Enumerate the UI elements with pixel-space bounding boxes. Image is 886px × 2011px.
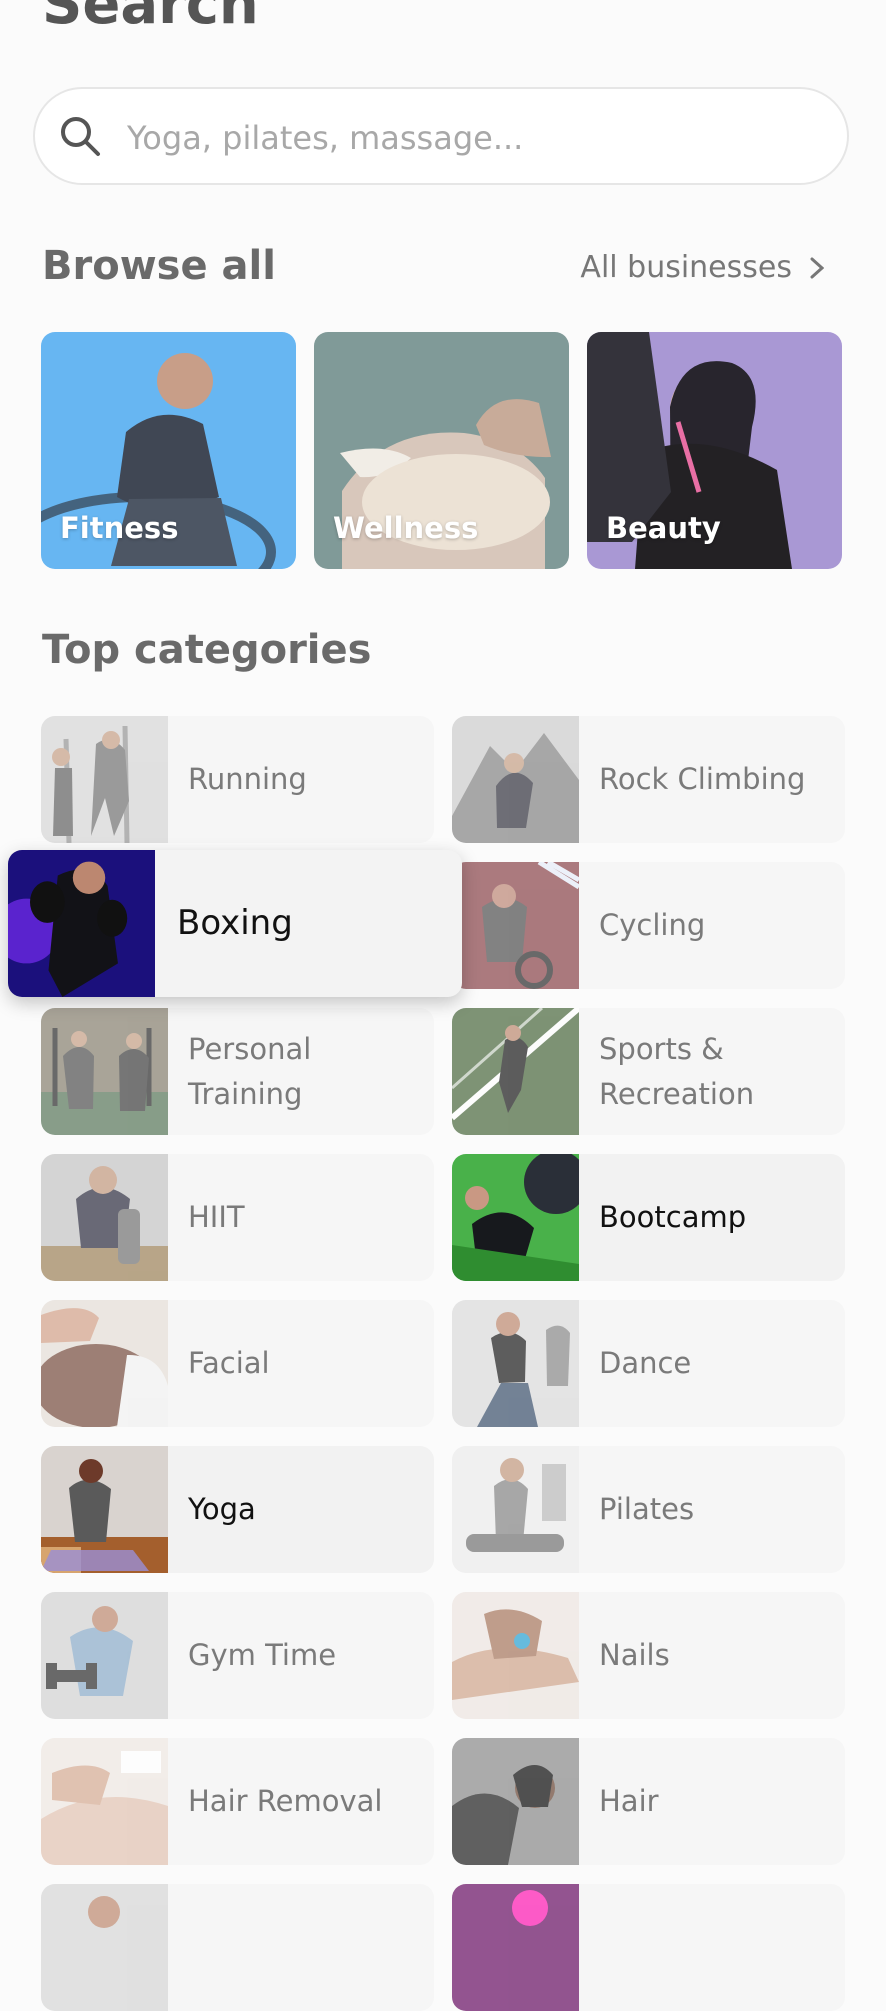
category-label: Yoga [188, 1492, 256, 1526]
category-cycling[interactable]: Cycling [452, 862, 845, 989]
category-nails[interactable]: Nails [452, 1592, 845, 1719]
facial-thumbnail [41, 1300, 168, 1427]
category-dance[interactable]: Dance [452, 1300, 845, 1427]
beauty-label: Beauty [606, 511, 721, 545]
all-businesses-link[interactable]: All businesses [580, 250, 824, 285]
category-label: Hair Removal [188, 1784, 383, 1818]
category-label: Facial [188, 1346, 270, 1380]
bootcamp-thumbnail [452, 1154, 579, 1281]
category-label: Pilates [599, 1492, 695, 1526]
category-label: Gym Time [188, 1638, 337, 1672]
category-card-partial[interactable] [452, 1884, 845, 2011]
category-pilates[interactable]: Pilates [452, 1446, 845, 1573]
hiit-thumbnail [41, 1154, 168, 1281]
browse-tile-fitness[interactable]: Fitness [41, 332, 296, 569]
browse-tile-wellness[interactable]: Wellness [314, 332, 569, 569]
category-label: Dance [599, 1346, 692, 1380]
dance-thumbnail [452, 1300, 579, 1427]
category-thumbnail [41, 1884, 168, 2011]
wellness-label: Wellness [333, 511, 479, 545]
category-label: Sports & Recreation [599, 1031, 755, 1111]
category-rock-climbing[interactable]: Rock Climbing [452, 716, 845, 843]
category-hair-removal[interactable]: Hair Removal [41, 1738, 434, 1865]
category-card-partial[interactable] [41, 1884, 434, 2011]
category-yoga[interactable]: Yoga [41, 1446, 434, 1573]
boxing-thumbnail [8, 850, 155, 997]
personal-training-thumbnail [41, 1008, 168, 1135]
cycling-thumbnail [452, 862, 579, 989]
category-bootcamp[interactable]: Bootcamp [452, 1154, 845, 1281]
gym-time-thumbnail [41, 1592, 168, 1719]
category-facial[interactable]: Facial [41, 1300, 434, 1427]
category-sports-recreation[interactable]: Sports & Recreation [452, 1008, 845, 1135]
category-label: Rock Climbing [599, 762, 806, 796]
search-input[interactable] [125, 99, 809, 177]
rock-climbing-thumbnail [452, 716, 579, 843]
fitness-label: Fitness [60, 511, 179, 545]
category-label: Cycling [599, 908, 706, 942]
category-label: Boxing [177, 903, 293, 943]
category-label: Personal Training [188, 1031, 312, 1111]
chevron-right-icon [810, 257, 824, 278]
yoga-thumbnail [41, 1446, 168, 1573]
browse-tile-beauty[interactable]: Beauty [587, 332, 842, 569]
pilates-thumbnail [452, 1446, 579, 1573]
category-hiit[interactable]: HIIT [41, 1154, 434, 1281]
search-icon [61, 117, 100, 156]
category-label: Running [188, 762, 307, 796]
page-title: Search [42, 0, 259, 37]
top-categories-heading: Top categories [42, 627, 372, 673]
category-gym-time[interactable]: Gym Time [41, 1592, 434, 1719]
all-businesses-label: All businesses [580, 250, 792, 285]
hair-thumbnail [452, 1738, 579, 1865]
category-label: HIIT [188, 1200, 245, 1234]
running-thumbnail [41, 716, 168, 843]
category-label: Hair [599, 1784, 659, 1818]
category-personal-training[interactable]: Personal Training [41, 1008, 434, 1135]
search-bar[interactable] [33, 87, 849, 185]
hair-removal-thumbnail [41, 1738, 168, 1865]
category-label: Bootcamp [599, 1200, 747, 1234]
category-boxing[interactable]: Boxing [8, 850, 462, 997]
nails-thumbnail [452, 1592, 579, 1719]
browse-all-heading: Browse all [42, 243, 276, 289]
category-hair[interactable]: Hair [452, 1738, 845, 1865]
sports-recreation-thumbnail [452, 1008, 579, 1135]
category-label: Nails [599, 1638, 670, 1672]
category-thumbnail [452, 1884, 579, 2011]
category-running[interactable]: Running [41, 716, 434, 843]
